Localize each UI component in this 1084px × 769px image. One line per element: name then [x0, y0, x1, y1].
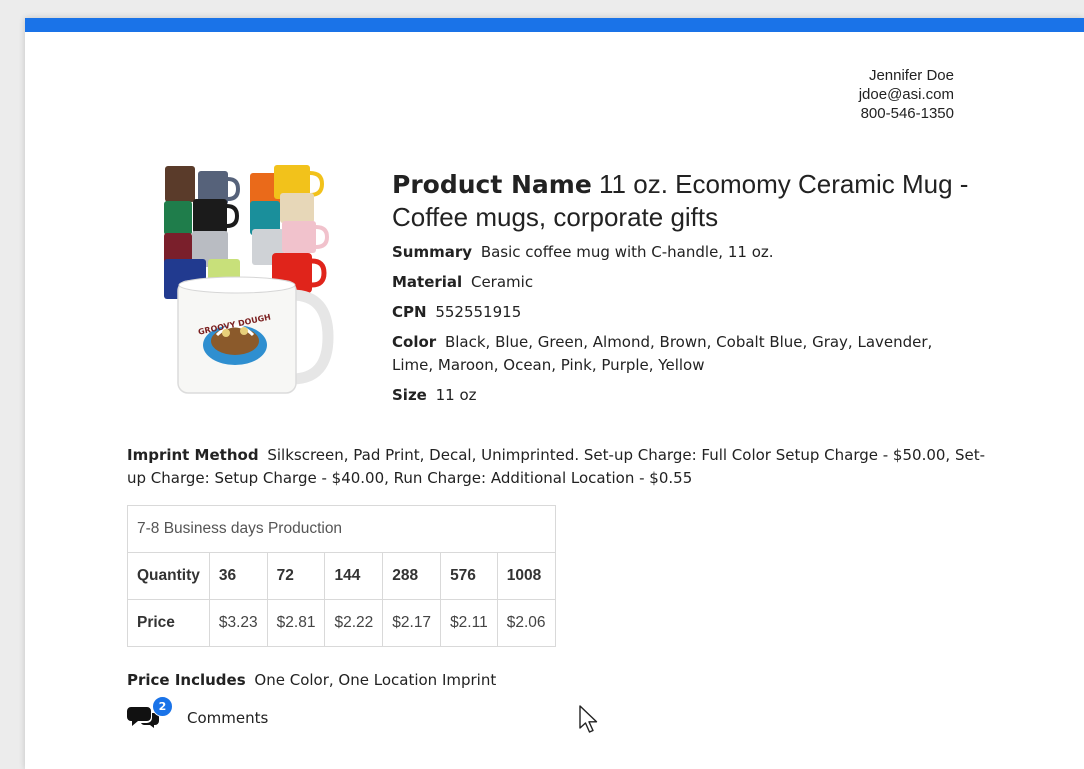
price-label: Price	[127, 599, 210, 647]
material-label: Material	[392, 273, 463, 291]
price-row: Price $3.23 $2.81 $2.22 $2.17 $2.11 $2.0…	[127, 599, 556, 647]
product-info: Product Name 11 oz. Ecomomy Ceramic Mug …	[392, 168, 977, 407]
quantity-row: Quantity 36 72 144 288 576 1008	[127, 552, 556, 600]
size-row: Size 11 oz	[392, 384, 977, 407]
price-cell: $2.06	[496, 599, 556, 647]
comments-link[interactable]: 2 Comments	[127, 696, 327, 730]
quantity-cell: 576	[440, 552, 498, 600]
material-value: Ceramic	[470, 273, 534, 291]
comments-count-badge: 2	[152, 696, 173, 717]
cpn-value: 552551915	[435, 303, 522, 321]
color-row: Color Black, Blue, Green, Almond, Brown,…	[392, 331, 977, 377]
size-label: Size	[392, 386, 427, 404]
color-label: Color	[392, 333, 437, 351]
quantity-cell: 288	[382, 552, 442, 600]
price-cell: $3.23	[208, 599, 268, 647]
price-cell: $2.11	[440, 599, 498, 647]
quantity-cell: 144	[324, 552, 384, 600]
cpn-label: CPN	[392, 303, 427, 321]
price-cell: $2.22	[324, 599, 384, 647]
summary-row: Summary Basic coffee mug with C-handle, …	[392, 241, 977, 264]
product-name: Product Name 11 oz. Ecomomy Ceramic Mug …	[392, 168, 977, 234]
imprint-label: Imprint Method	[127, 446, 259, 464]
production-time: 7-8 Business days Production	[127, 505, 556, 553]
comments-label[interactable]: Comments	[187, 708, 268, 728]
price-cell: $2.81	[266, 599, 326, 647]
quantity-label: Quantity	[127, 552, 210, 600]
cpn-row: CPN 552551915	[392, 301, 977, 324]
mouse-cursor-icon	[579, 705, 598, 733]
price-includes-value: One Color, One Location Imprint	[254, 671, 497, 689]
header-accent-bar	[25, 18, 1084, 32]
price-includes: Price Includes One Color, One Location I…	[127, 670, 496, 690]
price-includes-label: Price Includes	[127, 671, 246, 689]
price-cell: $2.17	[382, 599, 442, 647]
contact-block: Jennifer Doe jdoe@asi.com 800-546-1350	[859, 66, 954, 123]
contact-phone: 800-546-1350	[860, 105, 954, 122]
contact-email: jdoe@asi.com	[858, 86, 954, 103]
material-row: Material Ceramic	[392, 271, 977, 294]
size-value: 11 oz	[435, 386, 477, 404]
price-table: 7-8 Business days Production Quantity 36…	[127, 505, 556, 647]
contact-name: Jennifer Doe	[868, 67, 954, 84]
quantity-cell: 1008	[496, 552, 556, 600]
quantity-cell: 72	[266, 552, 326, 600]
product-name-label: Product Name	[392, 170, 592, 199]
product-image: GROOVY DOUGH	[164, 165, 334, 394]
product-sheet: Jennifer Doe jdoe@asi.com 800-546-1350 G…	[25, 18, 1084, 769]
color-value: Black, Blue, Green, Almond, Brown, Cobal…	[392, 333, 933, 374]
summary-value: Basic coffee mug with C-handle, 11 oz.	[480, 243, 774, 261]
imprint-method: Imprint Method Silkscreen, Pad Print, De…	[127, 444, 987, 490]
quantity-cell: 36	[208, 552, 268, 600]
summary-label: Summary	[392, 243, 473, 261]
production-row: 7-8 Business days Production	[127, 505, 556, 553]
